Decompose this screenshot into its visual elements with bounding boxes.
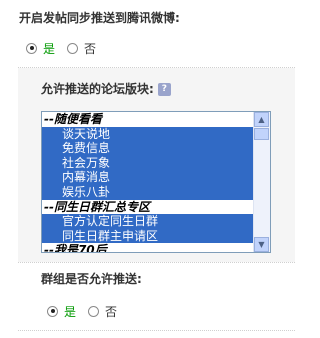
group-no-radio[interactable] [88,305,100,317]
listbox-scrollbar[interactable]: ▲ ▼ [253,112,270,252]
listbox-option[interactable]: 同生日群主申请区 [42,228,254,244]
listbox-option[interactable]: 免费信息 [42,141,254,156]
listbox-group-option[interactable]: --同生日群汇总专区 [42,199,254,215]
listbox-option[interactable]: 官方认定同生日群 [42,214,254,229]
forum-select-listbox[interactable]: --随便看看 谈天说地 免费信息 社会万象 内幕消息 娱乐八卦 --同生日群汇总… [41,111,271,253]
listbox-option[interactable]: 内幕消息 [42,170,254,185]
listbox-group-option[interactable]: --我是70后 [42,243,254,252]
sync-no-label[interactable]: 否 [84,40,96,57]
listbox-option[interactable]: 谈天说地 [42,126,254,142]
group-radio-group: 是 否 [47,303,129,319]
group-section-title: 群组是否允许推送: [41,272,142,286]
divider [18,262,295,263]
question-icon[interactable]: ? [157,83,171,96]
sync-yes-radio[interactable] [26,42,37,54]
divider [18,330,295,331]
sync-yes-label[interactable]: 是 [43,40,55,57]
group-yes-label[interactable]: 是 [64,303,76,320]
listbox-group-option[interactable]: --随便看看 [42,112,254,127]
sync-section-title: 开启发帖同步推送到腾讯微博: [19,11,180,25]
scroll-down-icon[interactable]: ▼ [254,237,269,252]
group-no-label[interactable]: 否 [105,303,117,320]
listbox-option[interactable]: 娱乐八卦 [42,184,254,200]
scroll-thumb[interactable] [254,128,269,140]
listbox-options: --随便看看 谈天说地 免费信息 社会万象 内幕消息 娱乐八卦 --同生日群汇总… [42,112,254,252]
forum-section-label: 允许推送的论坛版块:? [41,80,171,97]
group-yes-radio[interactable] [47,305,58,317]
sync-radio-group: 是 否 [26,40,108,56]
sync-no-radio[interactable] [67,42,79,54]
scroll-up-icon[interactable]: ▲ [254,112,269,127]
listbox-option[interactable]: 社会万象 [42,155,254,171]
forum-label-text: 允许推送的论坛版块: [41,82,154,96]
